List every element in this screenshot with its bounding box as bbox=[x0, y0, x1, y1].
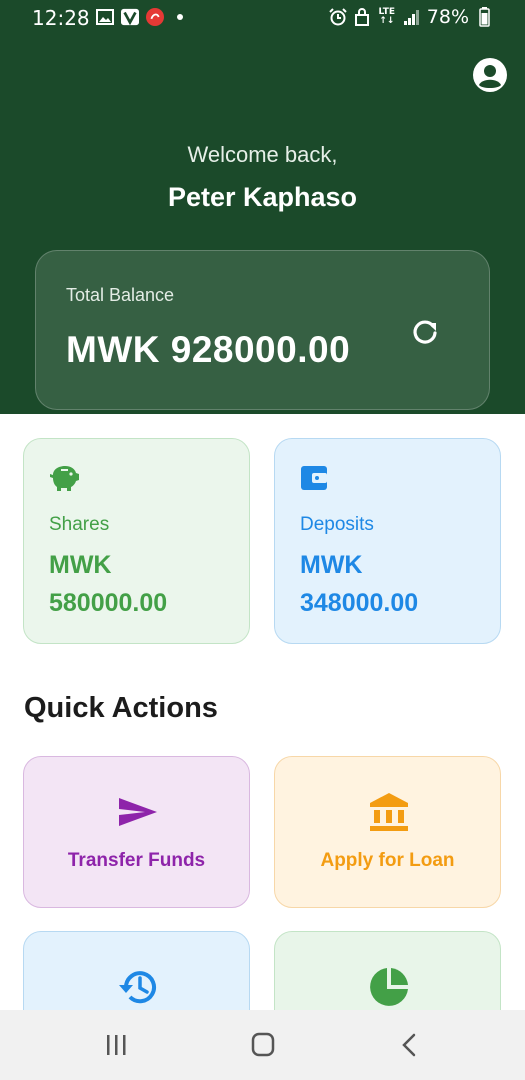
battery-icon bbox=[475, 7, 493, 27]
refresh-icon bbox=[413, 320, 437, 344]
dot-icon bbox=[171, 8, 189, 26]
deposits-value: MWK 348000.00 bbox=[300, 551, 419, 617]
airtel-icon bbox=[146, 8, 164, 26]
bank-icon bbox=[368, 791, 410, 833]
status-bar: 12:28 LTE ↑↓ 78% bbox=[0, 0, 525, 36]
balance-label: Total Balance bbox=[66, 285, 175, 305]
welcome-text: Welcome back, bbox=[187, 142, 338, 167]
apply-for-loan-label: Apply for Loan bbox=[320, 850, 455, 871]
history-icon bbox=[117, 966, 159, 1008]
gallery-icon bbox=[96, 8, 114, 26]
back-icon bbox=[402, 1033, 416, 1057]
piggy-bank-icon bbox=[48, 463, 82, 497]
account-circle-icon bbox=[473, 58, 507, 92]
shares-label: Shares bbox=[49, 514, 110, 535]
system-nav-bar bbox=[0, 1010, 525, 1080]
pie-chart-icon bbox=[368, 966, 410, 1008]
apply-for-loan-button[interactable]: Apply for Loan bbox=[274, 756, 501, 908]
status-time: 12:28 bbox=[32, 6, 90, 30]
transfer-funds-label: Transfer Funds bbox=[67, 850, 206, 871]
home-icon bbox=[251, 1032, 275, 1057]
signal-icon bbox=[403, 8, 421, 26]
user-name: Peter Kaphaso bbox=[167, 182, 358, 212]
recent-apps-button[interactable] bbox=[98, 1028, 134, 1062]
header: 12:28 LTE ↑↓ 78% Welcome back, Peter Kap… bbox=[0, 0, 525, 414]
deposits-card[interactable]: Deposits MWK 348000.00 bbox=[274, 438, 501, 644]
deposits-label: Deposits bbox=[300, 514, 374, 535]
quick-actions-title: Quick Actions bbox=[24, 692, 218, 724]
balance-amount: MWK 928000.00 bbox=[66, 329, 351, 370]
transfer-funds-button[interactable]: Transfer Funds bbox=[23, 756, 250, 908]
total-balance-card: Total Balance MWK 928000.00 bbox=[35, 250, 490, 410]
v-app-icon bbox=[121, 8, 139, 26]
battery-percent: 78% bbox=[426, 6, 469, 28]
send-icon bbox=[117, 791, 159, 833]
home-button[interactable] bbox=[245, 1028, 281, 1062]
lte-icon: LTE ↑↓ bbox=[378, 7, 396, 26]
shares-card[interactable]: Shares MWK 580000.00 bbox=[23, 438, 250, 644]
lock-icon bbox=[353, 8, 371, 26]
back-button[interactable] bbox=[392, 1028, 428, 1062]
shares-value: MWK 580000.00 bbox=[49, 551, 168, 617]
profile-button[interactable] bbox=[472, 57, 508, 93]
refresh-button[interactable] bbox=[408, 315, 442, 349]
wallet-icon bbox=[299, 463, 333, 497]
alarm-icon bbox=[329, 8, 347, 26]
recent-apps-icon bbox=[107, 1035, 126, 1055]
